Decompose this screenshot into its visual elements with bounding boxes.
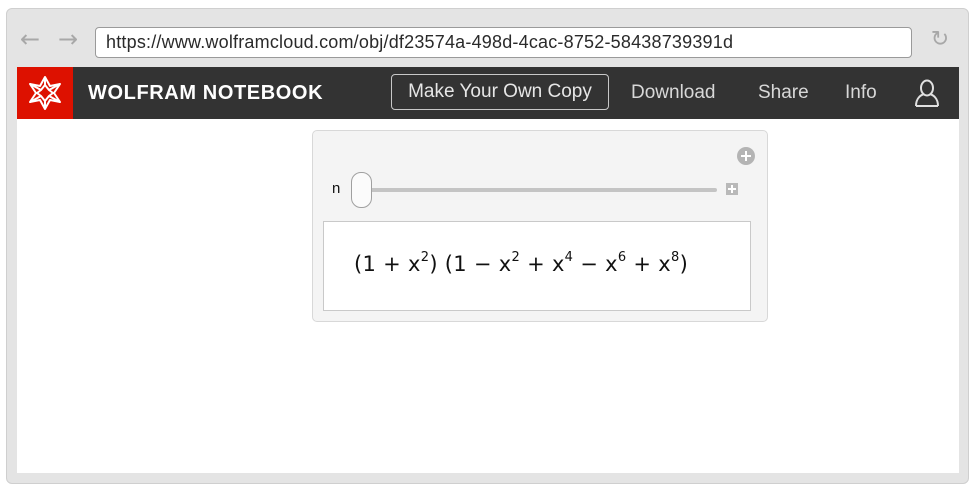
output-pane: (1 + x2) (1 − x2 + x4 − x6 + x8) bbox=[323, 221, 751, 311]
add-control-icon[interactable] bbox=[737, 147, 755, 165]
page-viewport: WOLFRAM NOTEBOOK Make Your Own Copy Down… bbox=[17, 67, 959, 473]
manipulate-panel: n (1 + x2) (1 − x2 + x4 − x6 + x8) bbox=[312, 130, 768, 322]
back-arrow-icon[interactable]: ← bbox=[17, 27, 43, 53]
browser-window: ← → https://www.wolframcloud.com/obj/df2… bbox=[6, 8, 969, 484]
slider-thumb[interactable] bbox=[351, 172, 372, 208]
info-link[interactable]: Info bbox=[845, 67, 877, 119]
forward-arrow-icon[interactable]: → bbox=[55, 27, 81, 53]
reload-icon[interactable]: ↻ bbox=[927, 27, 953, 53]
expand-slider-icon[interactable] bbox=[726, 183, 738, 195]
browser-toolbar: ← → https://www.wolframcloud.com/obj/df2… bbox=[7, 9, 968, 67]
share-link[interactable]: Share bbox=[758, 67, 809, 119]
brand-title: WOLFRAM NOTEBOOK bbox=[88, 82, 324, 104]
wolfram-spikey-icon[interactable] bbox=[17, 67, 73, 119]
download-link[interactable]: Download bbox=[631, 67, 716, 119]
slider-variable-label: n bbox=[332, 180, 341, 197]
slider-track[interactable] bbox=[361, 188, 717, 192]
address-bar[interactable]: https://www.wolframcloud.com/obj/df23574… bbox=[95, 27, 912, 58]
make-own-copy-button[interactable]: Make Your Own Copy bbox=[391, 74, 609, 110]
user-icon[interactable] bbox=[913, 78, 941, 108]
factored-formula: (1 + x2) (1 − x2 + x4 − x6 + x8) bbox=[354, 250, 689, 276]
notebook-header: WOLFRAM NOTEBOOK Make Your Own Copy Down… bbox=[17, 67, 959, 119]
